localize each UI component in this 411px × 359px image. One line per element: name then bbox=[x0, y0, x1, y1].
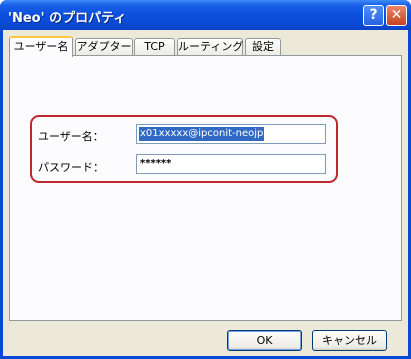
username-field[interactable]: x01xxxxx@ipconit-neojp bbox=[136, 124, 326, 144]
window-title: 'Neo' のプロパティ bbox=[8, 11, 127, 26]
tab-tcp[interactable]: TCP bbox=[134, 38, 175, 55]
close-icon: ✕ bbox=[390, 7, 403, 23]
username-value: x01xxxxx@ipconit-neojp bbox=[139, 127, 265, 141]
password-label: パスワード： bbox=[38, 161, 104, 174]
cancel-button[interactable]: キャンセル bbox=[312, 330, 387, 351]
tab-adapter[interactable]: アダプター bbox=[75, 38, 133, 55]
title-bar[interactable]: 'Neo' のプロパティ ? ✕ bbox=[0, 0, 411, 30]
dialog-client-area: ユーザー名 アダプター TCP ルーティング 設定 ユーザー名： x01xxxx… bbox=[3, 30, 408, 356]
tab-settings[interactable]: 設定 bbox=[245, 38, 281, 55]
tab-username[interactable]: ユーザー名 bbox=[9, 36, 73, 57]
password-value: ****** bbox=[140, 158, 172, 169]
password-field[interactable]: ****** bbox=[136, 154, 326, 174]
tab-routing[interactable]: ルーティング bbox=[177, 38, 243, 55]
username-label: ユーザー名： bbox=[38, 130, 104, 143]
tab-panel: ユーザー名： x01xxxxx@ipconit-neojp パスワード： ***… bbox=[9, 55, 402, 321]
help-button[interactable]: ? bbox=[363, 5, 384, 26]
properties-dialog: 'Neo' のプロパティ ? ✕ ユーザー名 アダプター TCP ルーティング … bbox=[0, 0, 411, 359]
ok-button[interactable]: OK bbox=[227, 330, 302, 351]
close-button[interactable]: ✕ bbox=[386, 5, 407, 26]
help-icon: ? bbox=[369, 7, 378, 23]
